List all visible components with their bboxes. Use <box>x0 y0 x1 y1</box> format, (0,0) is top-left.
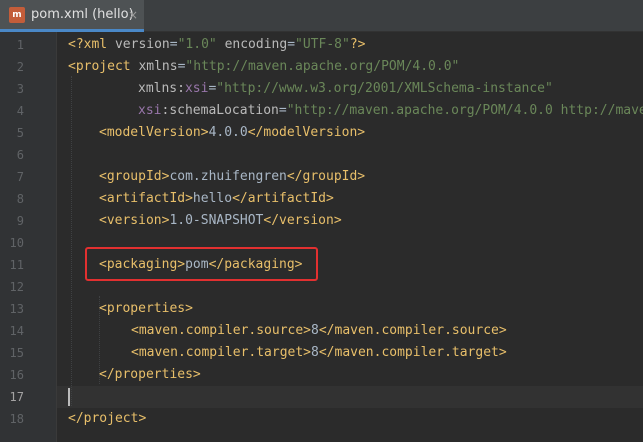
equals: = <box>169 37 178 52</box>
tag-close: </modelVersion> <box>247 125 366 140</box>
line-number: 1 <box>16 38 24 52</box>
code-editor: m pom.xml (hello) × 1 2 3 4 5 6 7 8 9 10… <box>0 0 643 442</box>
line-number: 12 <box>9 280 24 294</box>
xml-decl-close: ?> <box>349 37 366 52</box>
line-number: 10 <box>9 236 24 250</box>
attr-value: "http://maven.apache.org/POM/4.0.0" <box>185 59 460 74</box>
code-line-3: xmlns:xsi="http://www.w3.org/2001/XMLSch… <box>138 78 553 100</box>
tag-text: 8 <box>311 345 319 360</box>
attr-value: "http://maven.apache.org/POM/4.0.0 http:… <box>286 103 643 118</box>
code-line-5: <modelVersion>4.0.0</modelVersion> <box>99 122 365 144</box>
tag-open: <artifactId> <box>99 191 193 206</box>
code-line-2: <project xmlns="http://maven.apache.org/… <box>68 56 459 78</box>
tag-text: com.zhuifengren <box>169 169 287 184</box>
attr-name: encoding <box>224 37 288 52</box>
code-line-18: </project> <box>68 408 146 430</box>
xml-decl-open: <?xml <box>68 37 115 52</box>
tab-title: pom.xml (hello) <box>31 7 134 22</box>
code-line-7: <groupId>com.zhuifengren</groupId> <box>99 166 365 188</box>
tab-pom-xml[interactable]: m pom.xml (hello) × <box>0 0 144 32</box>
code-area[interactable]: <?xml version="1.0" encoding="UTF-8"?> <… <box>57 32 643 442</box>
line-number: 16 <box>9 368 24 382</box>
tag-close: </maven.compiler.target> <box>318 345 507 360</box>
close-icon[interactable]: × <box>128 8 138 22</box>
text-caret <box>68 388 70 406</box>
tag-close: </version> <box>263 213 342 228</box>
tag-open: <maven.compiler.source> <box>131 323 312 338</box>
line-number: 14 <box>9 324 24 338</box>
attr-name: xmlns: <box>138 81 185 96</box>
line-number: 15 <box>9 346 24 360</box>
line-number: 9 <box>16 214 24 228</box>
tag-close: </properties> <box>99 367 201 382</box>
tag-text: 1.0-SNAPSHOT <box>169 213 264 228</box>
tag-open: <properties> <box>99 301 193 316</box>
line-number: 11 <box>9 258 24 272</box>
tag-open: <groupId> <box>99 169 170 184</box>
line-number: 8 <box>16 192 24 206</box>
line-number: 7 <box>16 170 24 184</box>
attr-value: "1.0" <box>177 37 217 52</box>
tag-close: </artifactId> <box>232 191 334 206</box>
code-line-14: <maven.compiler.source>8</maven.compiler… <box>131 320 507 342</box>
current-line-highlight <box>57 386 643 408</box>
attr-value: "UTF-8" <box>295 37 350 52</box>
attr-name: xmlns <box>138 59 178 74</box>
equals: = <box>278 103 287 118</box>
tag-close: </maven.compiler.source> <box>318 323 507 338</box>
tag-text: hello <box>192 191 233 206</box>
tag-close: </groupId> <box>286 169 366 184</box>
code-line-15: <maven.compiler.target>8</maven.compiler… <box>131 342 507 364</box>
tag-close: </project> <box>68 411 147 426</box>
equals: = <box>287 37 296 52</box>
attr-value: "http://www.w3.org/2001/XMLSchema-instan… <box>216 81 553 96</box>
line-number: 18 <box>9 412 24 426</box>
tag-open: <maven.compiler.target> <box>131 345 312 360</box>
tag-text: 4.0.0 <box>208 125 248 140</box>
tag-open: <modelVersion> <box>99 125 209 140</box>
code-line-8: <artifactId>hello</artifactId> <box>99 188 334 210</box>
code-line-4: xsi:schemaLocation="http://maven.apache.… <box>138 100 643 122</box>
line-number: 6 <box>16 148 24 162</box>
namespace-prefix: xsi <box>184 81 209 96</box>
code-line-1: <?xml version="1.0" encoding="UTF-8"?> <box>68 34 365 56</box>
line-number: 5 <box>16 126 24 140</box>
attr-name: schemaLocation <box>169 103 279 118</box>
line-number: 3 <box>16 82 24 96</box>
tag-open: <version> <box>99 213 170 228</box>
editor-tab-bar: m pom.xml (hello) × <box>0 0 643 32</box>
indent-guide <box>71 76 72 406</box>
tag-text: 8 <box>311 323 319 338</box>
attr-name: version <box>114 37 170 52</box>
maven-file-icon: m <box>9 6 25 23</box>
line-number-current: 17 <box>9 390 24 404</box>
line-number: 2 <box>16 60 24 74</box>
line-number-gutter[interactable]: 1 2 3 4 5 6 7 8 9 10 11 12 13 14 15 16 1… <box>0 32 57 442</box>
namespace-prefix: xsi <box>138 103 162 118</box>
code-line-16: </properties> <box>99 364 201 386</box>
annotation-highlight-box <box>85 247 318 281</box>
line-number: 13 <box>9 302 24 316</box>
tag-open: <project <box>68 59 139 74</box>
code-line-9: <version>1.0-SNAPSHOT</version> <box>99 210 342 232</box>
line-number: 4 <box>16 104 24 118</box>
code-line-13: <properties> <box>99 298 193 320</box>
